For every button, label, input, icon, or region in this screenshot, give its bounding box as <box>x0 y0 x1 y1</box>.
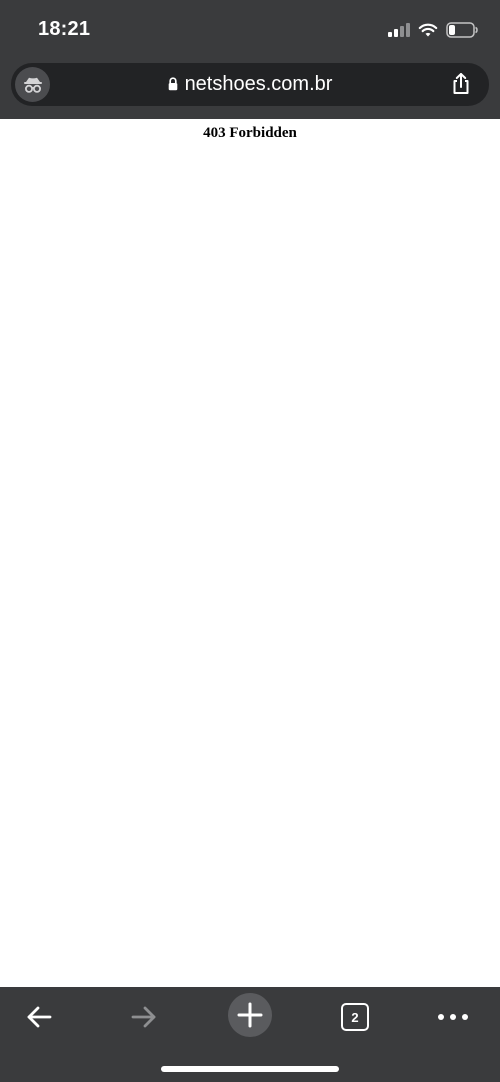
menu-button[interactable] <box>426 993 480 1041</box>
plus-icon <box>237 1002 263 1028</box>
status-bar: 18:21 <box>0 0 500 60</box>
url-display[interactable]: netshoes.com.br <box>11 72 489 96</box>
share-icon[interactable] <box>450 72 472 96</box>
bottom-toolbar: 2 <box>0 987 500 1082</box>
home-indicator[interactable] <box>161 1066 339 1072</box>
address-bar[interactable]: netshoes.com.br <box>11 63 489 106</box>
more-icon <box>438 1014 468 1020</box>
forward-button[interactable] <box>117 993 171 1041</box>
battery-icon <box>446 22 478 38</box>
new-tab-button[interactable] <box>223 991 277 1039</box>
url-text: netshoes.com.br <box>184 73 333 95</box>
top-browser-chrome: 18:21 netshoes.com.br <box>0 0 500 119</box>
web-page-content: 403 Forbidden <box>0 119 500 987</box>
back-button[interactable] <box>12 993 66 1041</box>
wifi-icon <box>418 23 438 37</box>
status-time: 18:21 <box>38 18 91 40</box>
back-arrow-icon <box>27 1006 52 1028</box>
new-tab-circle <box>228 993 272 1037</box>
forward-arrow-icon <box>131 1006 156 1028</box>
page-heading: 403 Forbidden <box>203 125 297 141</box>
tab-count: 2 <box>351 1009 359 1025</box>
tabs-button[interactable]: 2 <box>328 993 382 1041</box>
cellular-signal-icon <box>388 23 410 37</box>
tabs-icon: 2 <box>341 1003 369 1031</box>
lock-icon <box>168 77 177 91</box>
status-icons <box>388 19 478 41</box>
